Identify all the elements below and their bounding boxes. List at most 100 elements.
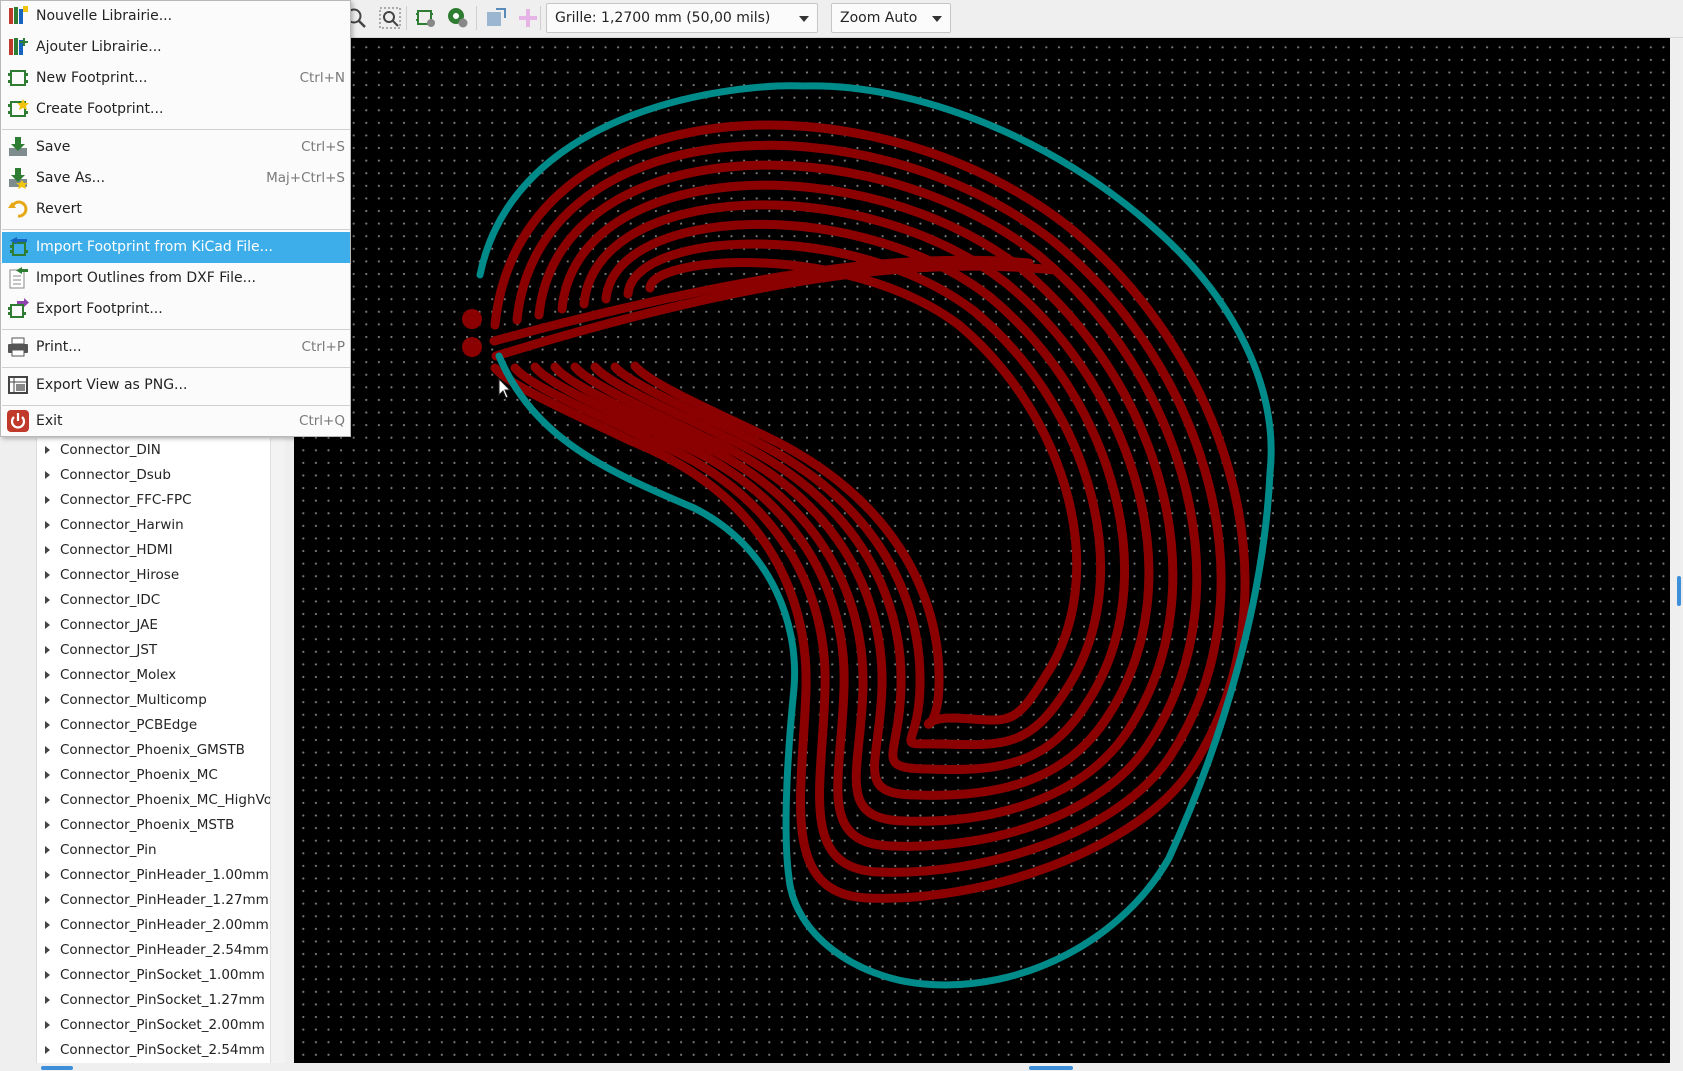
menu-item-exit[interactable]: Exit Ctrl+Q [2, 406, 350, 437]
library-item[interactable]: Connector_PinSocket_1.00mm [37, 963, 270, 988]
toolbar-separator [540, 6, 541, 30]
menu-item-revert[interactable]: Revert [2, 194, 350, 225]
menu-item-create-footprint[interactable]: Create Footprint... [2, 94, 350, 125]
vertical-scroll-handle[interactable] [1677, 576, 1681, 606]
menu-item-export-footprint[interactable]: Export Footprint... [2, 294, 350, 325]
insert-footprint-icon[interactable] [516, 6, 540, 30]
menu-item-print[interactable]: Print... Ctrl+P [2, 332, 350, 363]
library-label: Connector_FFC-FPC [60, 492, 192, 508]
library-item[interactable]: Connector_JAE [37, 613, 270, 638]
expand-arrow-icon[interactable] [45, 571, 50, 579]
library-item[interactable]: Connector_FFC-FPC [37, 488, 270, 513]
expand-arrow-icon[interactable] [45, 921, 50, 929]
library-item[interactable]: Connector_DIN [37, 438, 270, 463]
menu-item-add-library[interactable]: Ajouter Librairie... [2, 32, 350, 63]
library-label: Connector_PinHeader_1.00mm [60, 867, 269, 883]
expand-arrow-icon[interactable] [45, 696, 50, 704]
library-item[interactable]: Connector_Phoenix_MC_HighVolta [37, 788, 270, 813]
zoom-select[interactable]: Zoom Auto [831, 3, 951, 33]
expand-arrow-icon[interactable] [45, 846, 50, 854]
expand-arrow-icon[interactable] [45, 546, 50, 554]
library-item[interactable]: Connector_Pin [37, 838, 270, 863]
menu-item-shortcut: Ctrl+N [299, 70, 345, 86]
library-item[interactable]: Connector_PCBEdge [37, 713, 270, 738]
library-scrollbar[interactable] [270, 438, 285, 1068]
load-from-board-icon[interactable] [484, 6, 508, 30]
library-item[interactable]: Connector_IDC [37, 588, 270, 613]
menu-item-shortcut: Ctrl+Q [299, 413, 345, 429]
menu-item-new-footprint[interactable]: New Footprint... Ctrl+N [2, 63, 350, 94]
grid-select[interactable]: Grille: 1,2700 mm (50,00 mils) [546, 3, 818, 33]
footprint-canvas[interactable] [294, 38, 1670, 1063]
library-item[interactable]: Connector_Harwin [37, 513, 270, 538]
library-label: Connector_PinSocket_2.00mm [60, 1017, 265, 1033]
expand-arrow-icon[interactable] [45, 596, 50, 604]
expand-arrow-icon[interactable] [45, 946, 50, 954]
library-item[interactable]: Connector_Phoenix_GMSTB [37, 738, 270, 763]
chevron-down-icon [932, 16, 942, 22]
library-hscroll-handle[interactable] [41, 1066, 73, 1070]
expand-arrow-icon[interactable] [45, 621, 50, 629]
library-item[interactable]: Connector_Dsub [37, 463, 270, 488]
expand-arrow-icon[interactable] [45, 721, 50, 729]
expand-arrow-icon[interactable] [45, 746, 50, 754]
library-item[interactable]: Connector_Molex [37, 663, 270, 688]
library-item[interactable]: Connector_PinSocket_1.27mm [37, 988, 270, 1013]
expand-arrow-icon[interactable] [45, 471, 50, 479]
canvas-hscroll-handle[interactable] [1029, 1066, 1073, 1070]
menu-item-save[interactable]: Save Ctrl+S [2, 132, 350, 163]
menu-item-label: Exit [36, 413, 63, 429]
library-item[interactable]: Connector_PinHeader_1.00mm [37, 863, 270, 888]
expand-arrow-icon[interactable] [45, 1046, 50, 1054]
menu-separator [2, 367, 350, 368]
expand-arrow-icon[interactable] [45, 521, 50, 529]
menu-item-import-footprint[interactable]: Import Footprint from KiCad File... [2, 232, 350, 263]
horizontal-scrollbar[interactable] [0, 1063, 1683, 1071]
export-footprint-icon [8, 298, 29, 318]
library-item[interactable]: Connector_Phoenix_MSTB [37, 813, 270, 838]
library-label: Connector_IDC [60, 592, 161, 608]
file-menu: Nouvelle Librairie... Ajouter Librairie.… [0, 0, 351, 437]
expand-arrow-icon[interactable] [45, 896, 50, 904]
menu-item-label: Export Footprint... [36, 301, 163, 317]
new-footprint-icon [8, 70, 28, 86]
library-item[interactable]: Connector_PinHeader_1.27mm [37, 888, 270, 913]
library-item[interactable]: Connector_PinSocket_2.00mm [37, 1013, 270, 1038]
library-item[interactable]: Connector_JST [37, 638, 270, 663]
expand-arrow-icon[interactable] [45, 1021, 50, 1029]
expand-arrow-icon[interactable] [45, 646, 50, 654]
toolbar-separator [406, 6, 407, 30]
menu-item-import-dxf[interactable]: Import Outlines from DXF File... [2, 263, 350, 294]
expand-arrow-icon[interactable] [45, 671, 50, 679]
expand-arrow-icon[interactable] [45, 971, 50, 979]
expand-arrow-icon[interactable] [45, 446, 50, 454]
menu-item-export-png[interactable]: Export View as PNG... [2, 370, 350, 401]
expand-arrow-icon[interactable] [45, 796, 50, 804]
library-item[interactable]: Connector_Hirose [37, 563, 270, 588]
pad-2[interactable] [462, 337, 482, 357]
pad-1[interactable] [462, 309, 482, 329]
library-item[interactable]: Connector_PinHeader_2.54mm [37, 938, 270, 963]
menu-item-label: Import Footprint from KiCad File... [36, 239, 274, 255]
expand-arrow-icon[interactable] [45, 871, 50, 879]
footprint-properties-icon[interactable] [414, 6, 438, 30]
menu-item-new-library[interactable]: Nouvelle Librairie... [2, 1, 350, 32]
zoom-selection-icon[interactable] [378, 6, 402, 30]
toolbar-separator [476, 6, 477, 30]
library-item[interactable]: Connector_HDMI [37, 538, 270, 563]
library-item[interactable]: Connector_PinHeader_2.00mm [37, 913, 270, 938]
menu-item-shortcut: Ctrl+P [301, 339, 345, 355]
library-item[interactable]: Connector_Phoenix_MC [37, 763, 270, 788]
library-label: Connector_Molex [60, 667, 177, 683]
library-label: Connector_PinSocket_1.27mm [60, 992, 265, 1008]
menu-item-save-as[interactable]: Save As... Maj+Ctrl+S [2, 163, 350, 194]
expand-arrow-icon[interactable] [45, 996, 50, 1004]
expand-arrow-icon[interactable] [45, 771, 50, 779]
library-item[interactable]: Connector_PinSocket_2.54mm [37, 1038, 270, 1063]
menu-item-label: Ajouter Librairie... [36, 39, 162, 55]
pad-settings-icon[interactable] [446, 6, 470, 30]
import-dxf-icon [9, 267, 28, 289]
expand-arrow-icon[interactable] [45, 496, 50, 504]
library-item[interactable]: Connector_Multicomp [37, 688, 270, 713]
expand-arrow-icon[interactable] [45, 821, 50, 829]
